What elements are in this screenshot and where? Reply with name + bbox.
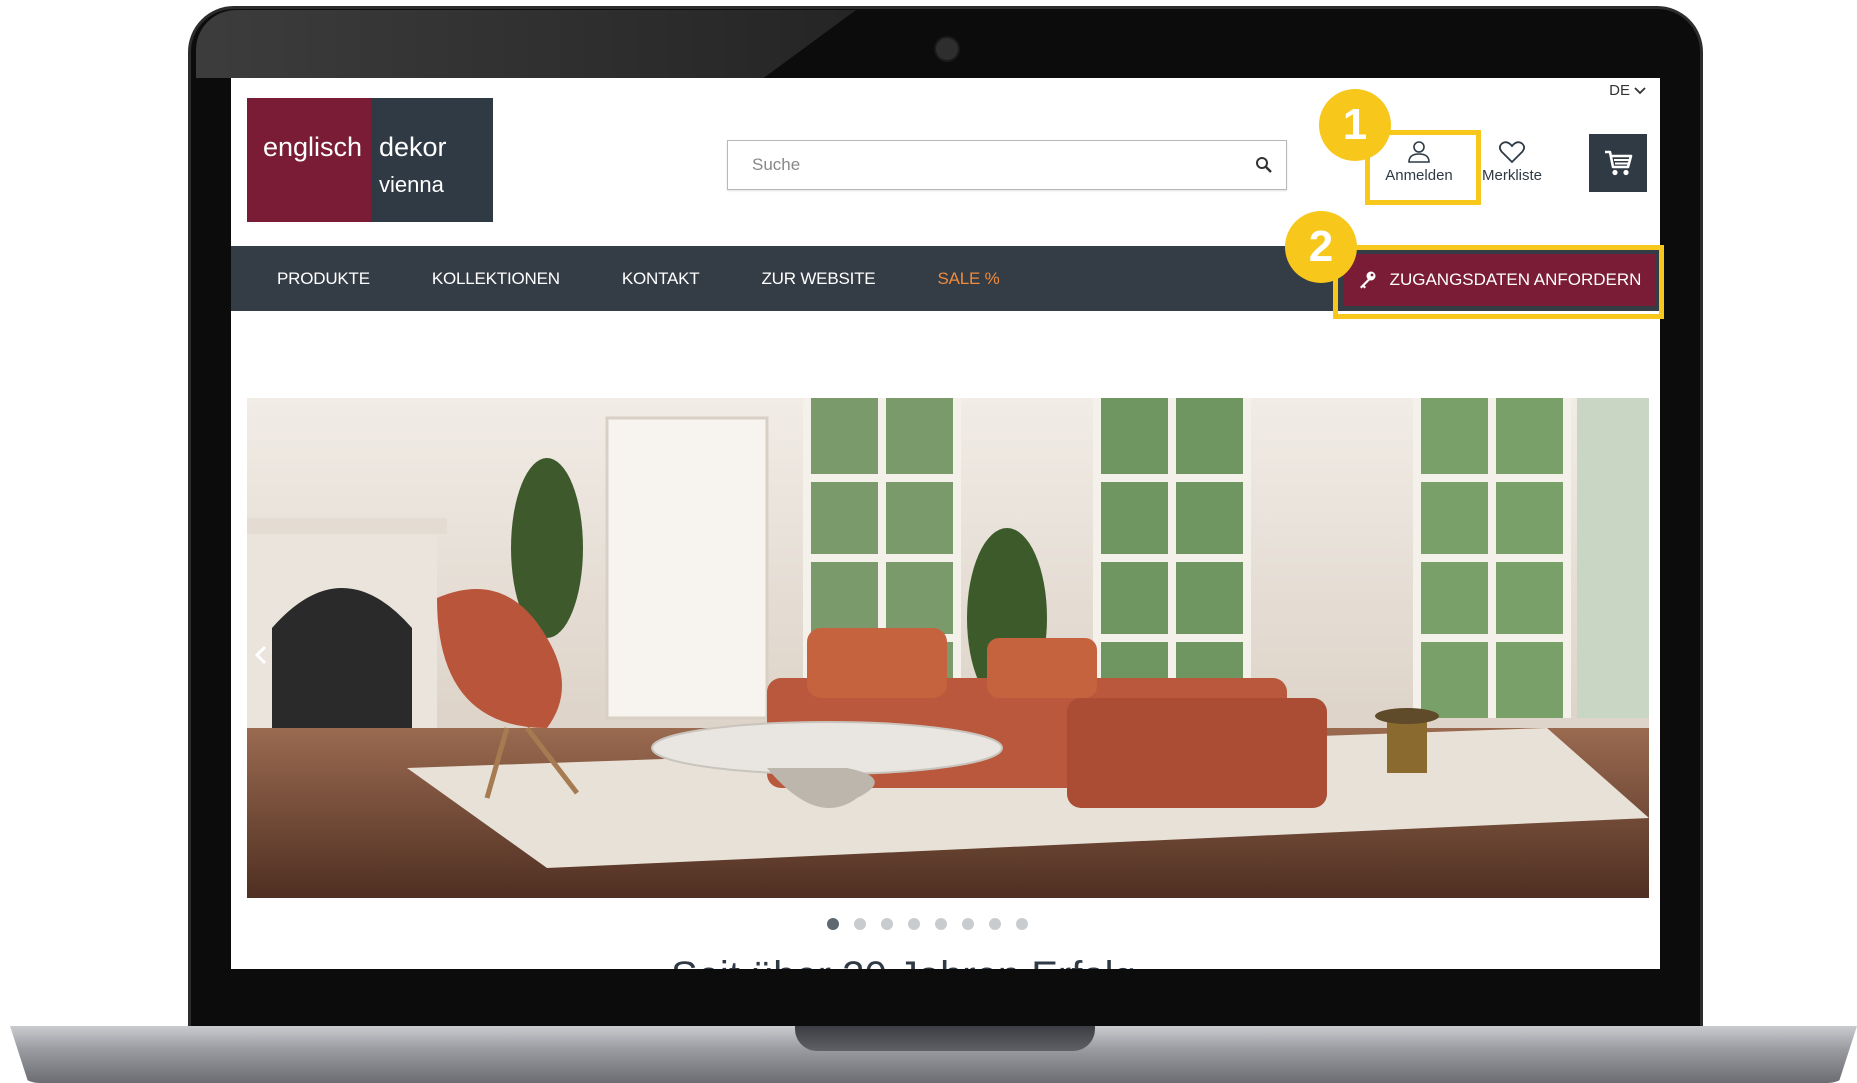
cart-button[interactable] xyxy=(1589,134,1647,192)
cart-icon xyxy=(1605,150,1633,176)
logo-text-englisch: englisch xyxy=(263,132,363,162)
highlight-request-access xyxy=(1333,245,1664,319)
chevron-down-icon xyxy=(1634,86,1646,94)
laptop-hinge-notch xyxy=(795,1026,1095,1051)
slider-dot[interactable] xyxy=(962,918,974,930)
slider-dot[interactable] xyxy=(854,918,866,930)
section-heading: Seit über 30 Jahren Erfolg xyxy=(671,954,1136,969)
hero-slider xyxy=(247,398,1649,898)
logo-right-block: dekor vienna xyxy=(371,98,493,222)
heart-icon xyxy=(1498,141,1526,164)
nav-item-kontakt[interactable]: KONTAKT xyxy=(622,269,700,289)
nav-item-sale[interactable]: SALE % xyxy=(937,269,999,289)
nav-item-zur-website[interactable]: ZUR WEBSITE xyxy=(761,269,875,289)
slider-dot[interactable] xyxy=(1016,918,1028,930)
chevron-left-icon xyxy=(255,645,267,665)
slider-dot[interactable] xyxy=(908,918,920,930)
slider-prev-arrow[interactable] xyxy=(247,638,275,672)
slider-dot[interactable] xyxy=(827,918,839,930)
slider-dot[interactable] xyxy=(935,918,947,930)
logo-text-dekor: dekor xyxy=(379,132,447,162)
slider-dot[interactable] xyxy=(989,918,1001,930)
search-input[interactable] xyxy=(728,140,1242,190)
brand-logo[interactable]: englisch dekor vienna xyxy=(247,98,493,222)
hero-image xyxy=(247,398,1649,898)
wishlist-label: Merkliste xyxy=(1481,167,1542,184)
slider-dot[interactable] xyxy=(881,918,893,930)
search-button[interactable] xyxy=(1242,156,1286,174)
step-marker-2: 2 xyxy=(1285,211,1357,283)
search-bar xyxy=(727,140,1287,190)
search-icon xyxy=(1256,157,1272,173)
language-label: DE xyxy=(1609,82,1630,99)
logo-text-vienna: vienna xyxy=(379,172,444,197)
step-marker-1: 1 xyxy=(1319,89,1391,161)
logo-left-block: englisch xyxy=(247,98,371,222)
nav-item-produkte[interactable]: PRODUKTE xyxy=(277,269,370,289)
nav-item-kollektionen[interactable]: KOLLEKTIONEN xyxy=(432,269,560,289)
webcam xyxy=(934,36,960,62)
language-selector[interactable]: DE xyxy=(1609,82,1646,99)
website-screen: DE englisch dekor vienna Anmelden xyxy=(231,78,1660,969)
slider-dots xyxy=(827,918,1028,930)
screen-glare xyxy=(196,10,856,78)
